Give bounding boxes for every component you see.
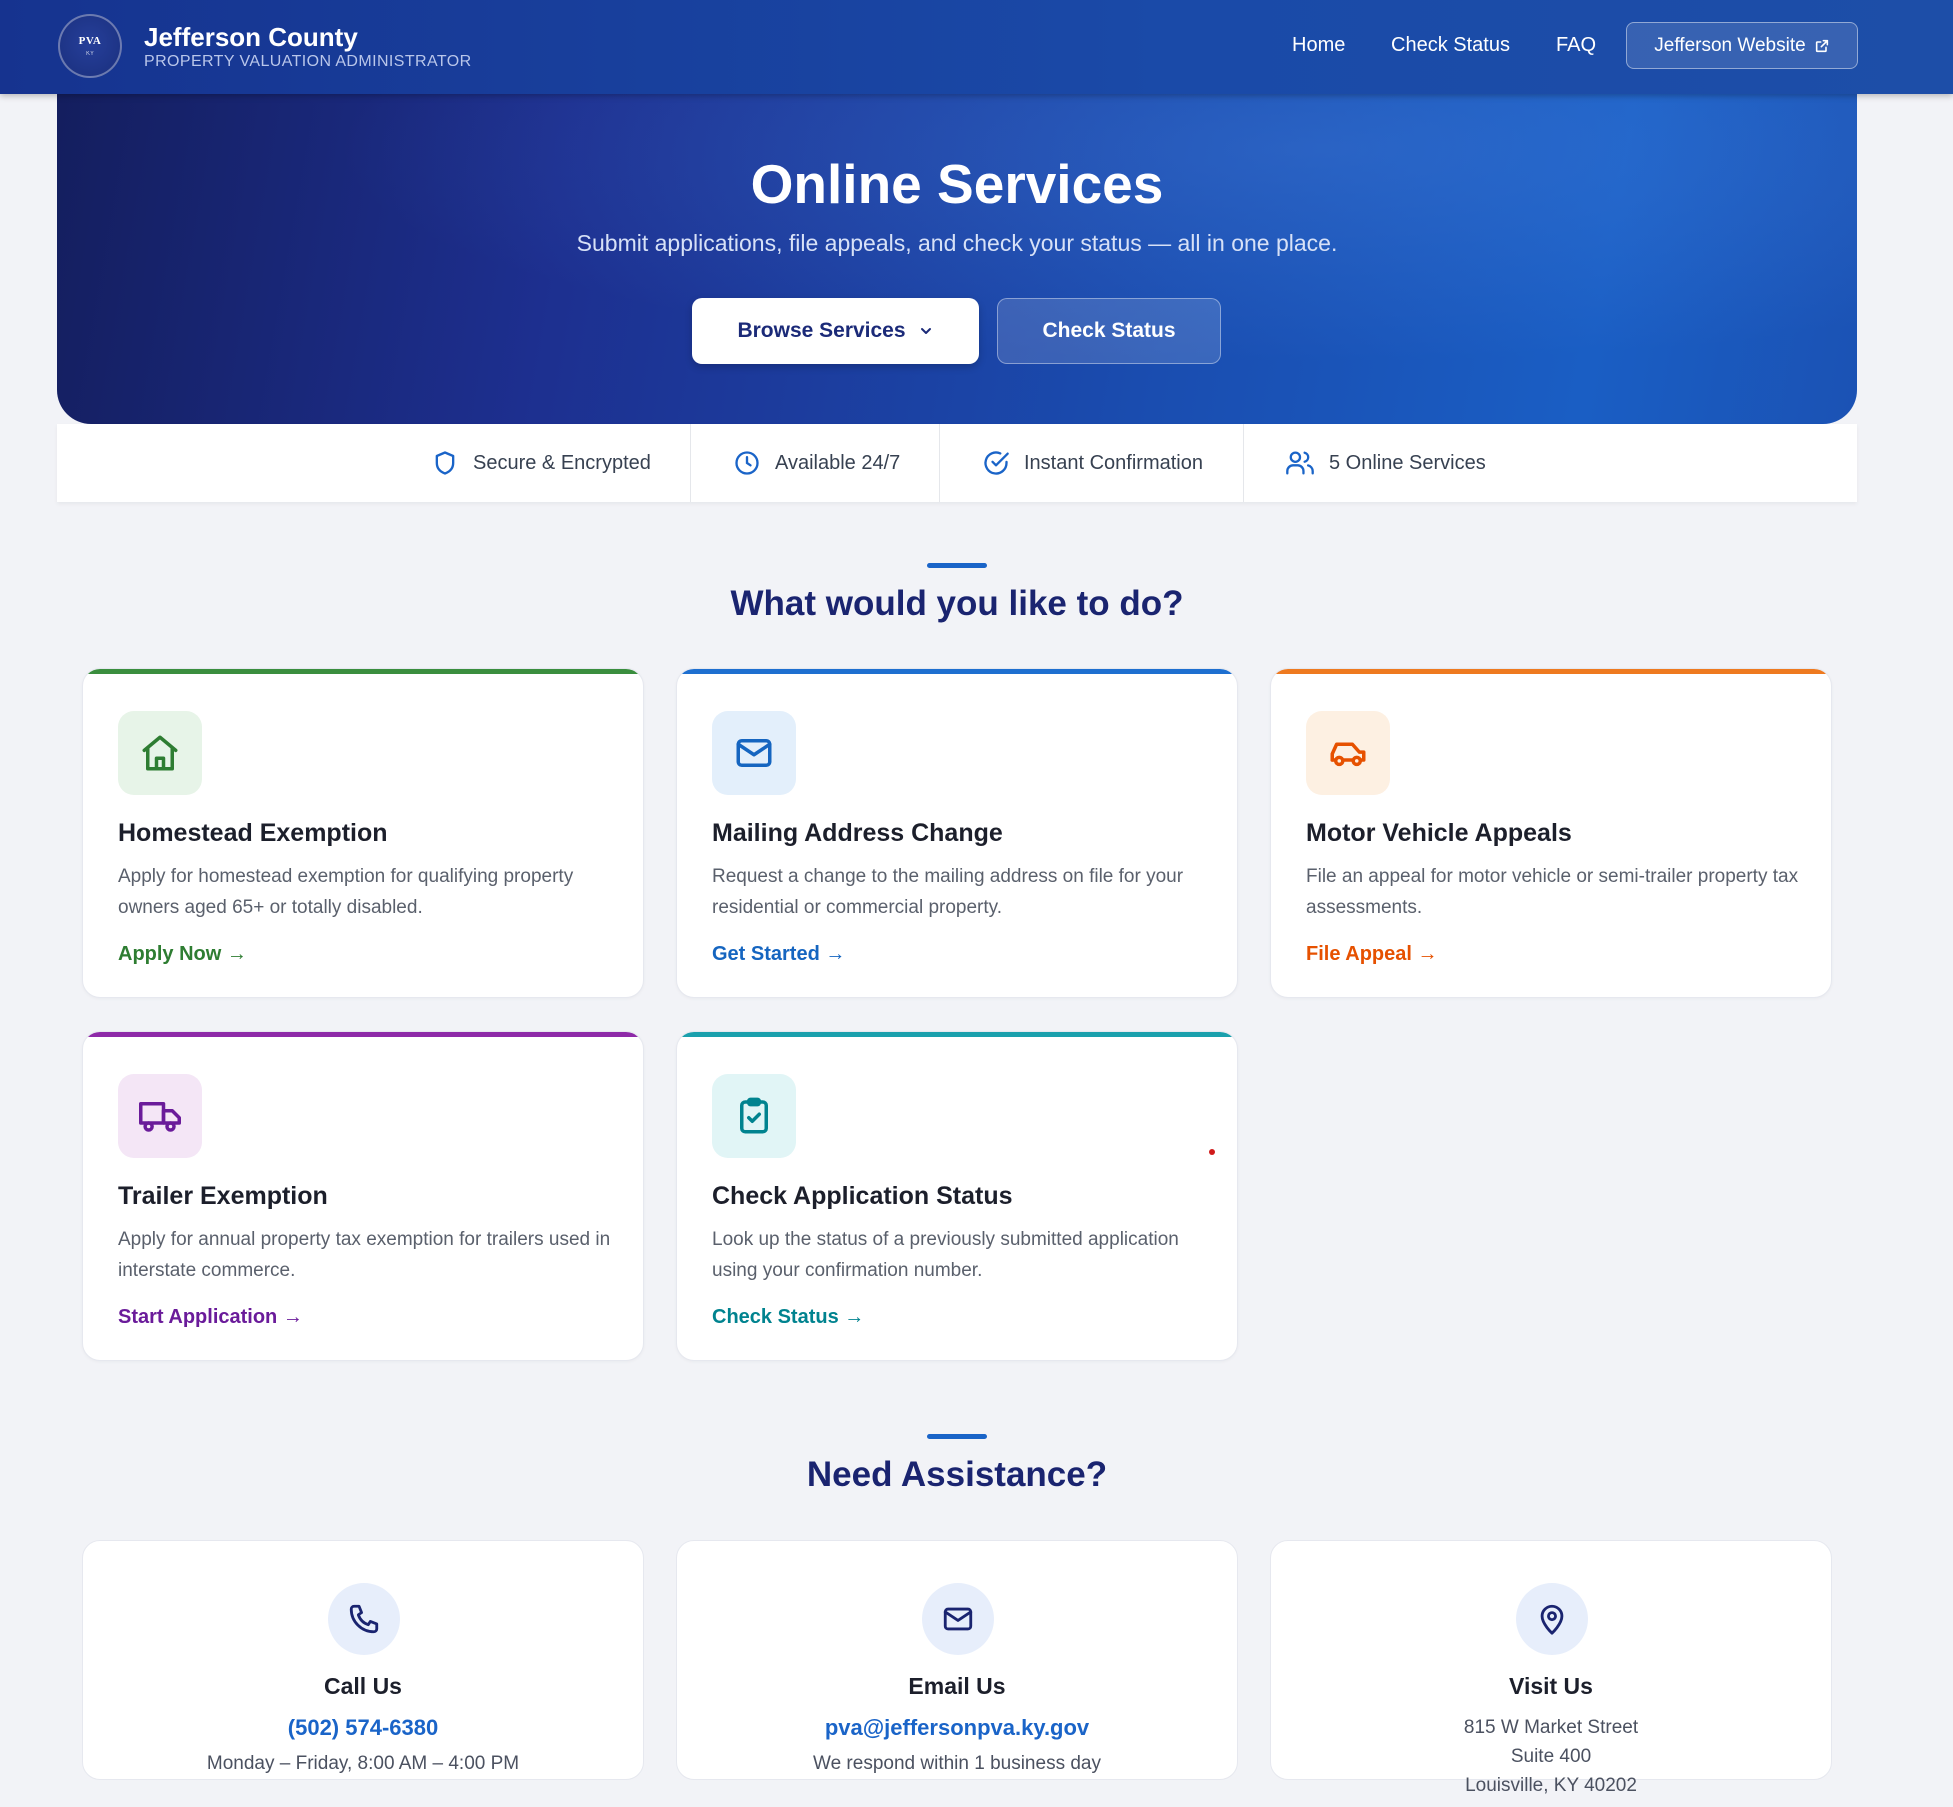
feature-services-count-label: 5 Online Services (1329, 451, 1486, 474)
mail-icon (736, 739, 772, 767)
email-response-note: We respond within 1 business day (813, 1753, 1101, 1774)
pva-seal-logo[interactable]: PVA KY (58, 14, 122, 78)
file-appeal-link[interactable]: File Appeal → (1306, 943, 1438, 966)
nav-faq-link[interactable]: FAQ (1556, 34, 1596, 57)
card-description: File an appeal for motor vehicle or semi… (1306, 866, 1799, 918)
indicator-dot (1209, 1149, 1215, 1155)
help-icon-circle (1516, 1583, 1588, 1655)
service-card-check-status[interactable]: Check Application Status Look up the sta… (676, 1031, 1238, 1361)
feature-services-count: 5 Online Services (1285, 424, 1486, 502)
features-strip: Secure & Encrypted Available 24/7 Instan… (57, 424, 1857, 502)
card-description: Request a change to the mailing address … (712, 866, 1184, 918)
clipboard-check-icon (740, 1097, 768, 1134)
card-description: Apply for annual property tax exemption … (118, 1229, 611, 1281)
section-accent-line (927, 1434, 987, 1439)
address-line: 815 W Market Street (1463, 1717, 1639, 1738)
card-icon-box (712, 1074, 796, 1158)
card-title: Homestead Exemption (118, 819, 388, 847)
card-accent-bar (83, 669, 643, 674)
help-card-visit: Visit Us 815 W Market Street Suite 400 L… (1270, 1540, 1832, 1796)
help-title: Email Us (908, 1673, 1006, 1699)
mail-icon (943, 1607, 973, 1631)
hero-check-status-button[interactable]: Check Status (997, 298, 1221, 364)
get-started-link[interactable]: Get Started → (712, 943, 845, 966)
section-accent-line (927, 563, 987, 568)
feature-secure: Secure & Encrypted (431, 424, 651, 502)
logo-text: PVA (78, 35, 102, 47)
site-title[interactable]: Jefferson County (144, 22, 358, 53)
hero-title: Online Services (750, 153, 1164, 215)
service-card-mailing-address[interactable]: Mailing Address Change Request a change … (676, 668, 1238, 998)
card-accent-bar (83, 1032, 643, 1037)
browse-services-button[interactable]: Browse Services (692, 298, 979, 364)
hero-banner: Online Services Submit applications, fil… (57, 80, 1857, 424)
clock-icon (735, 451, 759, 475)
hero-subtitle: Submit applications, file appeals, and c… (576, 230, 1338, 256)
help-title: Visit Us (1509, 1673, 1593, 1699)
check-status-link[interactable]: Check Status → (712, 1306, 864, 1329)
jefferson-website-button[interactable]: Jefferson Website (1626, 22, 1858, 69)
nav-home-link[interactable]: Home (1292, 34, 1345, 57)
service-card-homestead[interactable]: Homestead Exemption Apply for homestead … (82, 668, 644, 998)
external-link-icon (1815, 39, 1828, 52)
users-icon (1286, 451, 1314, 475)
help-card-call: Call Us (502) 574-6380 Monday – Friday, … (82, 1540, 644, 1780)
card-accent-bar (1271, 669, 1831, 674)
chevron-down-icon (920, 328, 931, 334)
car-icon (1330, 742, 1366, 767)
card-icon-box (1306, 711, 1390, 795)
card-icon-box (118, 1074, 202, 1158)
card-description: Look up the status of a previously submi… (712, 1229, 1179, 1281)
card-accent-bar (677, 1032, 1237, 1037)
phone-icon (349, 1604, 379, 1634)
home-icon (142, 735, 178, 771)
apply-now-link[interactable]: Apply Now → (118, 943, 247, 966)
site-subtitle: PROPERTY VALUATION ADMINISTRATOR (144, 53, 472, 70)
card-icon-box (118, 711, 202, 795)
address-line: Suite 400 (1510, 1746, 1592, 1767)
card-title: Check Application Status (712, 1182, 1013, 1210)
service-card-motor-vehicle[interactable]: Motor Vehicle Appeals File an appeal for… (1270, 668, 1832, 998)
browse-services-label: Browse Services (737, 319, 906, 342)
help-icon-circle (328, 1583, 400, 1655)
feature-available: Available 24/7 (733, 424, 900, 502)
truck-icon (139, 1102, 181, 1132)
jefferson-website-label: Jefferson Website (1654, 34, 1806, 56)
card-description: Apply for homestead exemption for qualif… (118, 866, 574, 918)
feature-confirmation-label: Instant Confirmation (1024, 451, 1203, 474)
assistance-heading: Need Assistance? (806, 1455, 1108, 1494)
help-card-email: Email Us pva@jeffersonpva.ky.gov We resp… (676, 1540, 1238, 1780)
office-hours: Monday – Friday, 8:00 AM – 4:00 PM (206, 1753, 520, 1774)
email-link[interactable]: pva@jeffersonpva.ky.gov (677, 1715, 1237, 1741)
top-navigation-bar: PVA KY Jefferson County PROPERTY VALUATI… (0, 0, 1953, 94)
card-title: Mailing Address Change (712, 819, 1003, 847)
feature-confirmation: Instant Confirmation (982, 424, 1203, 502)
help-icon-circle (922, 1583, 994, 1655)
feature-secure-label: Secure & Encrypted (473, 451, 651, 474)
feature-available-label: Available 24/7 (775, 451, 901, 474)
service-card-trailer[interactable]: Trailer Exemption Apply for annual prope… (82, 1031, 644, 1361)
check-circle-icon (984, 451, 1009, 475)
address-line: Louisville, KY 40202 (1465, 1775, 1637, 1796)
help-title: Call Us (324, 1673, 402, 1699)
card-title: Motor Vehicle Appeals (1306, 819, 1572, 847)
services-heading: What would you like to do? (730, 584, 1184, 623)
card-title: Trailer Exemption (118, 1182, 328, 1210)
nav-check-status-link[interactable]: Check Status (1391, 34, 1510, 57)
phone-number-link[interactable]: (502) 574-6380 (83, 1715, 643, 1741)
card-icon-box (712, 711, 796, 795)
map-pin-icon (1540, 1604, 1564, 1635)
shield-icon (435, 451, 455, 475)
start-application-link[interactable]: Start Application → (118, 1306, 303, 1329)
office-address: 815 W Market Street Suite 400 Louisville… (1271, 1713, 1831, 1800)
card-accent-bar (677, 669, 1237, 674)
logo-subtext: KY (85, 51, 94, 57)
